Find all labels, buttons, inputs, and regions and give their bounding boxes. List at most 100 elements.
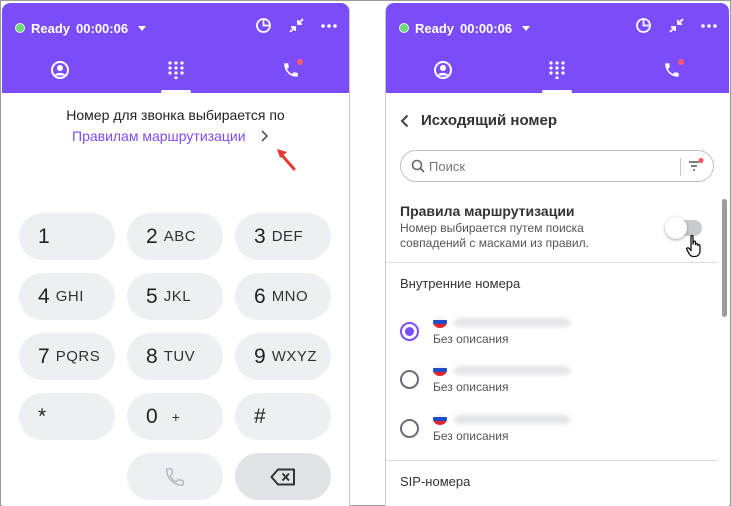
tab-contacts[interactable] (2, 47, 118, 93)
collapse-icon[interactable] (288, 17, 305, 34)
dial-key[interactable]: 3 DEF (235, 213, 331, 260)
backspace-icon (270, 468, 295, 485)
dial-key-digit: 7 (38, 344, 50, 368)
more-icon[interactable] (701, 23, 717, 29)
russia-flag-icon (433, 316, 447, 328)
number-description: Без описания (433, 380, 509, 394)
search-box (400, 150, 714, 182)
section-divider (386, 460, 718, 461)
dial-key[interactable]: 4 GHI (19, 273, 115, 320)
dialpad-icon (167, 61, 184, 79)
header-actions (635, 17, 717, 34)
page-title-label: Исходящий номер (421, 112, 558, 129)
list-item-number[interactable]: Без описания (400, 360, 700, 396)
call-button[interactable] (127, 453, 223, 500)
user-circle-icon (50, 61, 69, 79)
dial-key-letters: WXYZ (271, 348, 318, 365)
dial-key-letters: + (171, 408, 181, 425)
annotation-arrow-icon (277, 149, 296, 171)
chevron-down-icon (522, 25, 531, 31)
routing-rules-link-label: Правилам маршрутизации (72, 128, 246, 144)
pie-chart-icon[interactable] (255, 17, 272, 34)
outgoing-number-panel: Ready 00:00:06 Исходящий номер Поиск Пра… (385, 3, 729, 506)
hand-cursor-icon (686, 234, 701, 258)
dial-key-digit: # (254, 404, 266, 428)
dial-key-digit: 2 (146, 224, 158, 248)
list-item-number[interactable]: Без описания (400, 312, 700, 348)
sip-numbers-heading: SIP-номера (400, 474, 471, 489)
chevron-down-icon (138, 25, 147, 31)
phone-icon (166, 467, 184, 486)
status-label: Ready (415, 20, 455, 36)
russia-flag-icon (433, 413, 447, 425)
dial-key[interactable]: 9 WXYZ (235, 333, 331, 380)
dial-key[interactable]: 5 JKL (127, 273, 223, 320)
keypad-empty-slot (19, 453, 115, 500)
dial-key-letters: PQRS (55, 348, 101, 365)
scrollbar-thumb[interactable] (722, 199, 727, 317)
dial-key-letters: MNO (271, 288, 309, 305)
dial-key[interactable]: 7 PQRS (19, 333, 115, 380)
dial-key-digit: 5 (146, 284, 158, 308)
main-tabs (2, 47, 349, 93)
search-divider (680, 158, 681, 176)
internal-numbers-heading: Внутренние номера (400, 276, 521, 291)
search-input[interactable] (429, 158, 669, 174)
collapse-icon[interactable] (668, 17, 685, 34)
more-icon[interactable] (321, 23, 337, 29)
status-timer: 00:00:06 (76, 20, 129, 36)
number-description: Без описания (433, 429, 509, 443)
status-label: Ready (31, 20, 71, 36)
radio-selected[interactable] (400, 322, 419, 341)
status-dot (15, 23, 25, 33)
dial-key-letters: TUV (163, 348, 196, 365)
tab-dialpad[interactable] (500, 47, 614, 93)
routing-rules-desc-line: совпадений с масками из правил. (400, 236, 589, 250)
section-divider (386, 262, 718, 263)
dial-key[interactable]: # (235, 393, 331, 440)
dial-key-letters: JKL (163, 288, 192, 305)
toggle-knob (665, 217, 687, 239)
dial-key[interactable]: 6 MNO (235, 273, 331, 320)
pie-chart-icon[interactable] (635, 17, 652, 34)
dial-key-digit: * (38, 404, 47, 428)
tab-calls[interactable] (615, 47, 729, 93)
dialer-panel: Ready 00:00:06 Номер для звонка выбирает… (2, 3, 350, 506)
dial-keypad: 1 2 ABC 3 DEF 4 GHI 5 JKL 6 MNO 7 PQRS 8 TUV 9 WXYZ * 0 + # (19, 213, 331, 500)
main-tabs (386, 47, 729, 93)
tab-calls[interactable] (233, 47, 349, 93)
routing-rules-link[interactable]: Правилам маршрутизации (72, 128, 268, 144)
dial-key[interactable]: 1 (19, 213, 115, 260)
status-selector[interactable]: Ready 00:00:06 (399, 18, 531, 38)
russia-flag-icon (433, 364, 447, 376)
filter-button[interactable] (687, 157, 705, 180)
routing-info-text: Номер для звонка выбирается по (66, 107, 285, 123)
back-chevron-icon[interactable] (400, 114, 409, 128)
dial-key[interactable]: * (19, 393, 115, 440)
dial-key-letters: GHI (55, 288, 84, 305)
notification-dot (297, 59, 304, 65)
radio-unselected[interactable] (400, 370, 419, 389)
notification-dot (677, 59, 684, 65)
backspace-button[interactable] (235, 453, 331, 500)
dial-key-digit: 4 (38, 284, 50, 308)
status-timer: 00:00:06 (460, 20, 513, 36)
dial-key-digit: 6 (254, 284, 266, 308)
search-icon (411, 159, 425, 173)
radio-unselected[interactable] (400, 419, 419, 438)
list-item-number[interactable]: Без описания (400, 409, 700, 445)
dial-key[interactable]: 8 TUV (127, 333, 223, 380)
dial-key-digit: 9 (254, 344, 266, 368)
dial-key-letters: DEF (271, 228, 304, 245)
tab-contacts[interactable] (386, 47, 500, 93)
page-title: Исходящий номер (400, 112, 557, 129)
routing-rules-option: Правила маршрутизации Номер выбирается п… (400, 203, 714, 251)
chevron-right-icon (260, 130, 268, 142)
filter-icon (689, 157, 704, 171)
dial-key[interactable]: 2 ABC (127, 213, 223, 260)
dial-key-digit: 0 (146, 404, 158, 428)
dial-key[interactable]: 0 + (127, 393, 223, 440)
tab-dialpad[interactable] (118, 47, 234, 93)
dial-key-digit: 8 (146, 344, 158, 368)
status-selector[interactable]: Ready 00:00:06 (15, 18, 147, 38)
